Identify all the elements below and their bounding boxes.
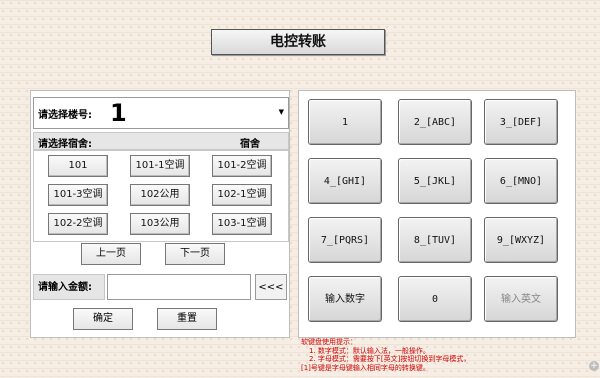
plus-circle-icon[interactable]: + bbox=[589, 361, 599, 371]
key-8[interactable]: 8_[TUV] bbox=[398, 217, 472, 263]
key-5[interactable]: 5_[JKL] bbox=[398, 158, 472, 204]
floor-select[interactable]: 请选择楼号: 1 ▼ bbox=[33, 97, 289, 129]
numeric-mode-key[interactable]: 输入数字 bbox=[308, 276, 382, 322]
floor-label: 请选择楼号: bbox=[38, 110, 92, 121]
hint-line: 软键盘使用提示： bbox=[301, 338, 357, 346]
transfer-form-panel: 请选择楼号: 1 ▼ 请选择宿舍: 宿舍 101 101-1空调 101-2空调… bbox=[30, 90, 290, 338]
room-button[interactable]: 101-1空调 bbox=[130, 155, 190, 177]
key-7[interactable]: 7_[PQRS] bbox=[308, 217, 382, 263]
key-0[interactable]: 0 bbox=[398, 276, 472, 322]
room-button[interactable]: 102-2空调 bbox=[48, 213, 108, 235]
dorm-label: 请选择宿舍: bbox=[38, 139, 92, 150]
hint-line: 1. 数字模式：默认输入法，一般操作。 bbox=[309, 346, 430, 355]
next-page-button[interactable]: 下一页 bbox=[165, 243, 225, 265]
dorm-value: 宿舍 bbox=[240, 139, 260, 150]
key-4[interactable]: 4_[GHI] bbox=[308, 158, 382, 204]
reset-button[interactable]: 重置 bbox=[157, 308, 217, 330]
prev-page-button[interactable]: 上一页 bbox=[81, 243, 141, 265]
room-grid: 101 101-1空调 101-2空调 101-3空调 102公用 102-1空… bbox=[33, 150, 289, 242]
keypad-usage-hint: 软键盘使用提示： 1. 数字模式：默认输入法，一般操作。 2. 字母模式：需要按… bbox=[301, 338, 600, 372]
amount-input[interactable] bbox=[107, 274, 251, 300]
dropdown-arrow-icon[interactable]: ▼ bbox=[279, 108, 284, 116]
room-button[interactable]: 101 bbox=[48, 155, 108, 177]
key-6[interactable]: 6_[MNO] bbox=[484, 158, 558, 204]
room-button[interactable]: 103公用 bbox=[130, 213, 190, 235]
amount-label: 请输入金额: bbox=[33, 274, 105, 300]
key-2[interactable]: 2_[ABC] bbox=[398, 99, 472, 145]
key-9[interactable]: 9_[WXYZ] bbox=[484, 217, 558, 263]
floor-value: 1 bbox=[110, 99, 127, 127]
soft-keypad-panel: 1 2_[ABC] 3_[DEF] 4_[GHI] 5_[JKL] 6_[MNO… bbox=[298, 90, 576, 338]
room-button[interactable]: 101-2空调 bbox=[212, 155, 272, 177]
key-1[interactable]: 1 bbox=[308, 99, 382, 145]
amount-row: 请输入金额: <<< bbox=[33, 274, 287, 300]
room-button[interactable]: 101-3空调 bbox=[48, 184, 108, 206]
room-button[interactable]: 103-1空调 bbox=[212, 213, 272, 235]
english-mode-key[interactable]: 输入英文 bbox=[484, 276, 558, 322]
confirm-button[interactable]: 确定 bbox=[73, 308, 133, 330]
key-3[interactable]: 3_[DEF] bbox=[484, 99, 558, 145]
hint-line: 2. 字母模式：需要按下[英文]按钮切换到字母模式， bbox=[309, 355, 471, 363]
dorm-select-bar: 请选择宿舍: 宿舍 bbox=[33, 132, 289, 150]
backspace-button[interactable]: <<< bbox=[255, 274, 287, 300]
hint-line: [1]号键是字母键输入相同字母的转换键。 bbox=[301, 363, 430, 372]
page-title-button: 电控转账 bbox=[211, 29, 385, 55]
room-button[interactable]: 102公用 bbox=[130, 184, 190, 206]
room-button[interactable]: 102-1空调 bbox=[212, 184, 272, 206]
